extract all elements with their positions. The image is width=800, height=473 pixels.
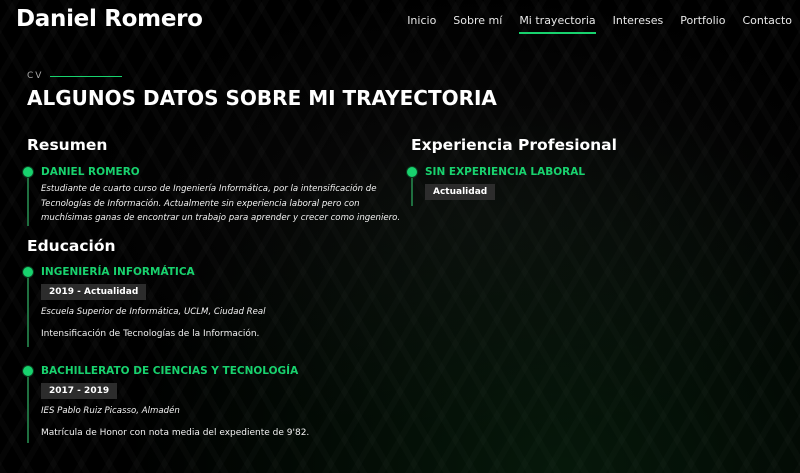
section-tag-label: CV — [27, 71, 44, 81]
educacion-item: BACHILLERATO DE CIENCIAS Y TECNOLOGÍA 20… — [22, 365, 411, 443]
section-tag-divider — [50, 75, 123, 77]
educacion-item-institution: Escuela Superior de Informática, UCLM, C… — [41, 307, 266, 317]
educacion-item-title: INGENIERÍA INFORMÁTICA — [41, 266, 195, 278]
main-nav: Inicio Sobre mí Mi trayectoria Intereses… — [407, 14, 792, 34]
educacion-item-title: BACHILLERATO DE CIENCIAS Y TECNOLOGÍA — [41, 365, 299, 377]
educacion-heading: Educación — [27, 237, 116, 255]
timeline-dot — [22, 365, 34, 377]
educacion-item-detail: Intensificación de Tecnologías de la Inf… — [41, 328, 260, 339]
resumen-item: DANIEL ROMERO Estudiante de cuarto curso… — [22, 166, 411, 226]
date-badge: 2017 - 2019 — [41, 383, 118, 399]
nav-item-inicio[interactable]: Inicio — [407, 14, 436, 32]
resumen-item-description: Estudiante de cuarto curso de Ingeniería… — [41, 184, 401, 223]
nav-item-sobre-mi[interactable]: Sobre mí — [453, 14, 502, 32]
nav-item-portfolio[interactable]: Portfolio — [680, 14, 725, 32]
educacion-item: INGENIERÍA INFORMÁTICA 2019 - Actualidad… — [22, 266, 411, 347]
experiencia-heading: Experiencia Profesional — [411, 136, 617, 154]
resumen-item-title: DANIEL ROMERO — [41, 166, 140, 178]
page: Daniel Romero Inicio Sobre mí Mi trayect… — [0, 0, 800, 473]
experiencia-item: SIN EXPERIENCIA LABORAL Actualidad — [406, 166, 785, 206]
date-badge: 2019 - Actualidad — [41, 284, 147, 300]
nav-item-mi-trayectoria[interactable]: Mi trayectoria — [519, 14, 596, 34]
timeline-dot — [406, 166, 418, 178]
educacion-item-detail: Matrícula de Honor con nota media del ex… — [41, 427, 310, 438]
section-tag: CV — [27, 71, 123, 81]
site-logo[interactable]: Daniel Romero — [16, 6, 203, 32]
section-title: ALGUNOS DATOS SOBRE MI TRAYECTORIA — [27, 86, 497, 110]
nav-item-intereses[interactable]: Intereses — [613, 14, 664, 32]
educacion-item-institution: IES Pablo Ruiz Picasso, Almadén — [41, 406, 180, 416]
timeline-dot — [22, 166, 34, 178]
timeline-dot — [22, 266, 34, 278]
date-badge: Actualidad — [425, 184, 496, 200]
experiencia-item-title: SIN EXPERIENCIA LABORAL — [425, 166, 586, 178]
resumen-heading: Resumen — [27, 136, 108, 154]
nav-item-contacto[interactable]: Contacto — [742, 14, 792, 32]
